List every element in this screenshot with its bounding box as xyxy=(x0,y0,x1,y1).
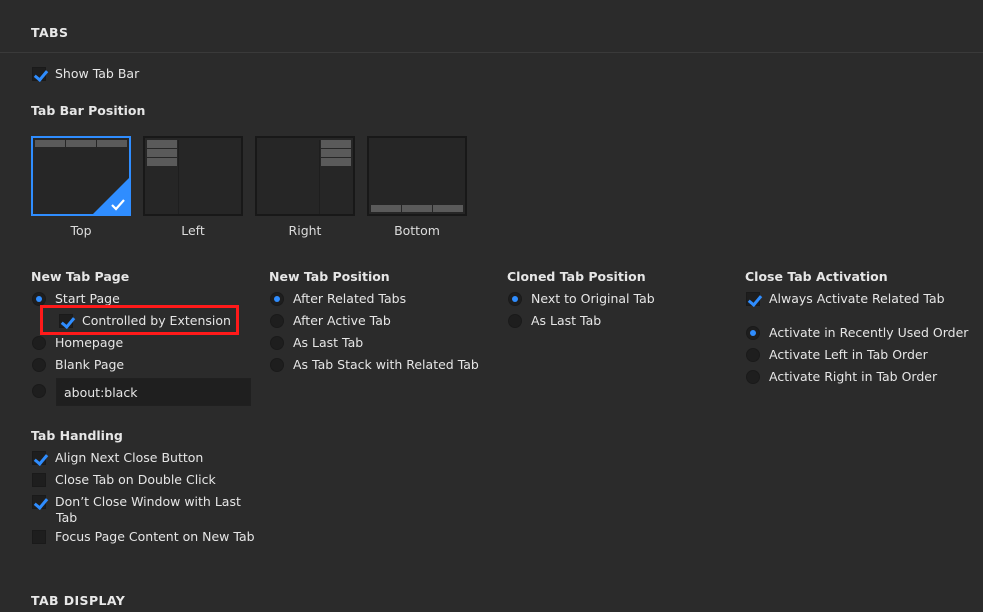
as-last-tab-label: As Last Tab xyxy=(293,335,364,350)
cloned-tab-position-title: Cloned Tab Position xyxy=(507,269,646,284)
checkbox-icon[interactable] xyxy=(746,291,760,306)
tab-bar-preview xyxy=(321,140,351,166)
as-tab-stack-radio[interactable]: As Tab Stack with Related Tab xyxy=(270,357,479,372)
homepage-radio[interactable]: Homepage xyxy=(32,335,123,350)
dont-close-window-label: Don’t Close Window with Last xyxy=(55,494,241,509)
checkbox-icon[interactable] xyxy=(32,529,46,544)
show-tab-bar-checkbox[interactable]: Show Tab Bar xyxy=(32,66,139,81)
radio-icon[interactable] xyxy=(270,313,284,328)
tab-position-left-option[interactable] xyxy=(143,136,243,216)
section-divider xyxy=(0,52,983,53)
checkbox-icon[interactable] xyxy=(59,313,73,328)
focus-page-content-checkbox[interactable]: Focus Page Content on New Tab xyxy=(32,529,255,544)
always-activate-related-label: Always Activate Related Tab xyxy=(769,291,945,306)
activate-left-label: Activate Left in Tab Order xyxy=(769,347,928,362)
homepage-label: Homepage xyxy=(55,335,124,350)
section-title-tab-display: TAB DISPLAY xyxy=(31,593,126,608)
tab-handling-title: Tab Handling xyxy=(31,428,123,443)
tab-bar-preview xyxy=(371,205,463,212)
tab-bar-position-title: Tab Bar Position xyxy=(31,103,146,118)
radio-icon[interactable] xyxy=(32,384,46,398)
close-on-double-click-label: Close Tab on Double Click xyxy=(55,472,216,487)
blank-page-label: Blank Page xyxy=(55,357,125,372)
next-to-original-radio[interactable]: Next to Original Tab xyxy=(508,291,655,306)
tab-bar-preview xyxy=(35,140,127,147)
new-tab-page-title: New Tab Page xyxy=(31,269,130,284)
tab-position-right-label: Right xyxy=(288,223,322,238)
align-close-button-checkbox[interactable]: Align Next Close Button xyxy=(32,450,203,465)
as-last-tab-radio[interactable]: As Last Tab xyxy=(270,335,363,350)
checkbox-icon[interactable] xyxy=(32,450,46,465)
tab-position-right-option[interactable] xyxy=(255,136,355,216)
recently-used-order-label: Activate in Recently Used Order xyxy=(769,325,969,340)
radio-icon[interactable] xyxy=(746,369,760,384)
tab-position-bottom-option[interactable] xyxy=(367,136,467,216)
checkbox-icon[interactable] xyxy=(32,472,46,487)
cloned-as-last-tab-label: As Last Tab xyxy=(531,313,602,328)
blank-page-radio[interactable]: Blank Page xyxy=(32,357,124,372)
radio-icon[interactable] xyxy=(270,291,284,306)
checkbox-icon[interactable] xyxy=(32,494,46,509)
tab-position-top-option[interactable] xyxy=(31,136,131,216)
tab-position-top-label: Top xyxy=(70,223,92,238)
selected-check-icon xyxy=(91,176,131,216)
as-tab-stack-label: As Tab Stack with Related Tab xyxy=(293,357,479,372)
controlled-by-extension-label: Controlled by Extension xyxy=(82,313,231,328)
tab-bar-preview xyxy=(147,140,177,166)
activate-right-radio[interactable]: Activate Right in Tab Order xyxy=(746,369,937,384)
custom-page-url-input[interactable]: about:black xyxy=(56,378,251,406)
radio-icon[interactable] xyxy=(32,335,46,350)
dont-close-window-checkbox[interactable]: Don’t Close Window with Last xyxy=(32,494,241,509)
radio-icon[interactable] xyxy=(270,335,284,350)
after-related-tabs-radio[interactable]: After Related Tabs xyxy=(270,291,406,306)
custom-page-url-value: about:black xyxy=(64,384,138,400)
custom-page-radio[interactable] xyxy=(32,384,46,398)
focus-page-content-label: Focus Page Content on New Tab xyxy=(55,529,255,544)
tab-position-bottom-label: Bottom xyxy=(394,223,440,238)
recently-used-order-radio[interactable]: Activate in Recently Used Order xyxy=(746,325,968,340)
show-tab-bar-label: Show Tab Bar xyxy=(55,66,140,81)
after-related-tabs-label: After Related Tabs xyxy=(293,291,407,306)
cloned-as-last-tab-radio[interactable]: As Last Tab xyxy=(508,313,601,328)
after-active-tab-radio[interactable]: After Active Tab xyxy=(270,313,391,328)
controlled-by-extension-checkbox[interactable]: Controlled by Extension xyxy=(59,313,231,328)
start-page-label: Start Page xyxy=(55,291,120,306)
align-close-button-label: Align Next Close Button xyxy=(55,450,204,465)
close-on-double-click-checkbox[interactable]: Close Tab on Double Click xyxy=(32,472,216,487)
activate-right-label: Activate Right in Tab Order xyxy=(769,369,938,384)
always-activate-related-checkbox[interactable]: Always Activate Related Tab xyxy=(746,291,945,306)
start-page-radio[interactable]: Start Page xyxy=(32,291,120,306)
close-tab-activation-title: Close Tab Activation xyxy=(745,269,888,284)
new-tab-position-title: New Tab Position xyxy=(269,269,390,284)
radio-icon[interactable] xyxy=(32,291,46,306)
radio-icon[interactable] xyxy=(508,291,522,306)
next-to-original-label: Next to Original Tab xyxy=(531,291,655,306)
after-active-tab-label: After Active Tab xyxy=(293,313,391,328)
dont-close-window-label-continued: Tab xyxy=(56,510,78,525)
radio-icon[interactable] xyxy=(32,357,46,372)
activate-left-radio[interactable]: Activate Left in Tab Order xyxy=(746,347,928,362)
tab-position-left-label: Left xyxy=(181,223,205,238)
radio-icon[interactable] xyxy=(270,357,284,372)
radio-icon[interactable] xyxy=(746,325,760,340)
checkbox-icon[interactable] xyxy=(32,66,46,81)
radio-icon[interactable] xyxy=(508,313,522,328)
section-title-tabs: TABS xyxy=(31,25,69,40)
radio-icon[interactable] xyxy=(746,347,760,362)
